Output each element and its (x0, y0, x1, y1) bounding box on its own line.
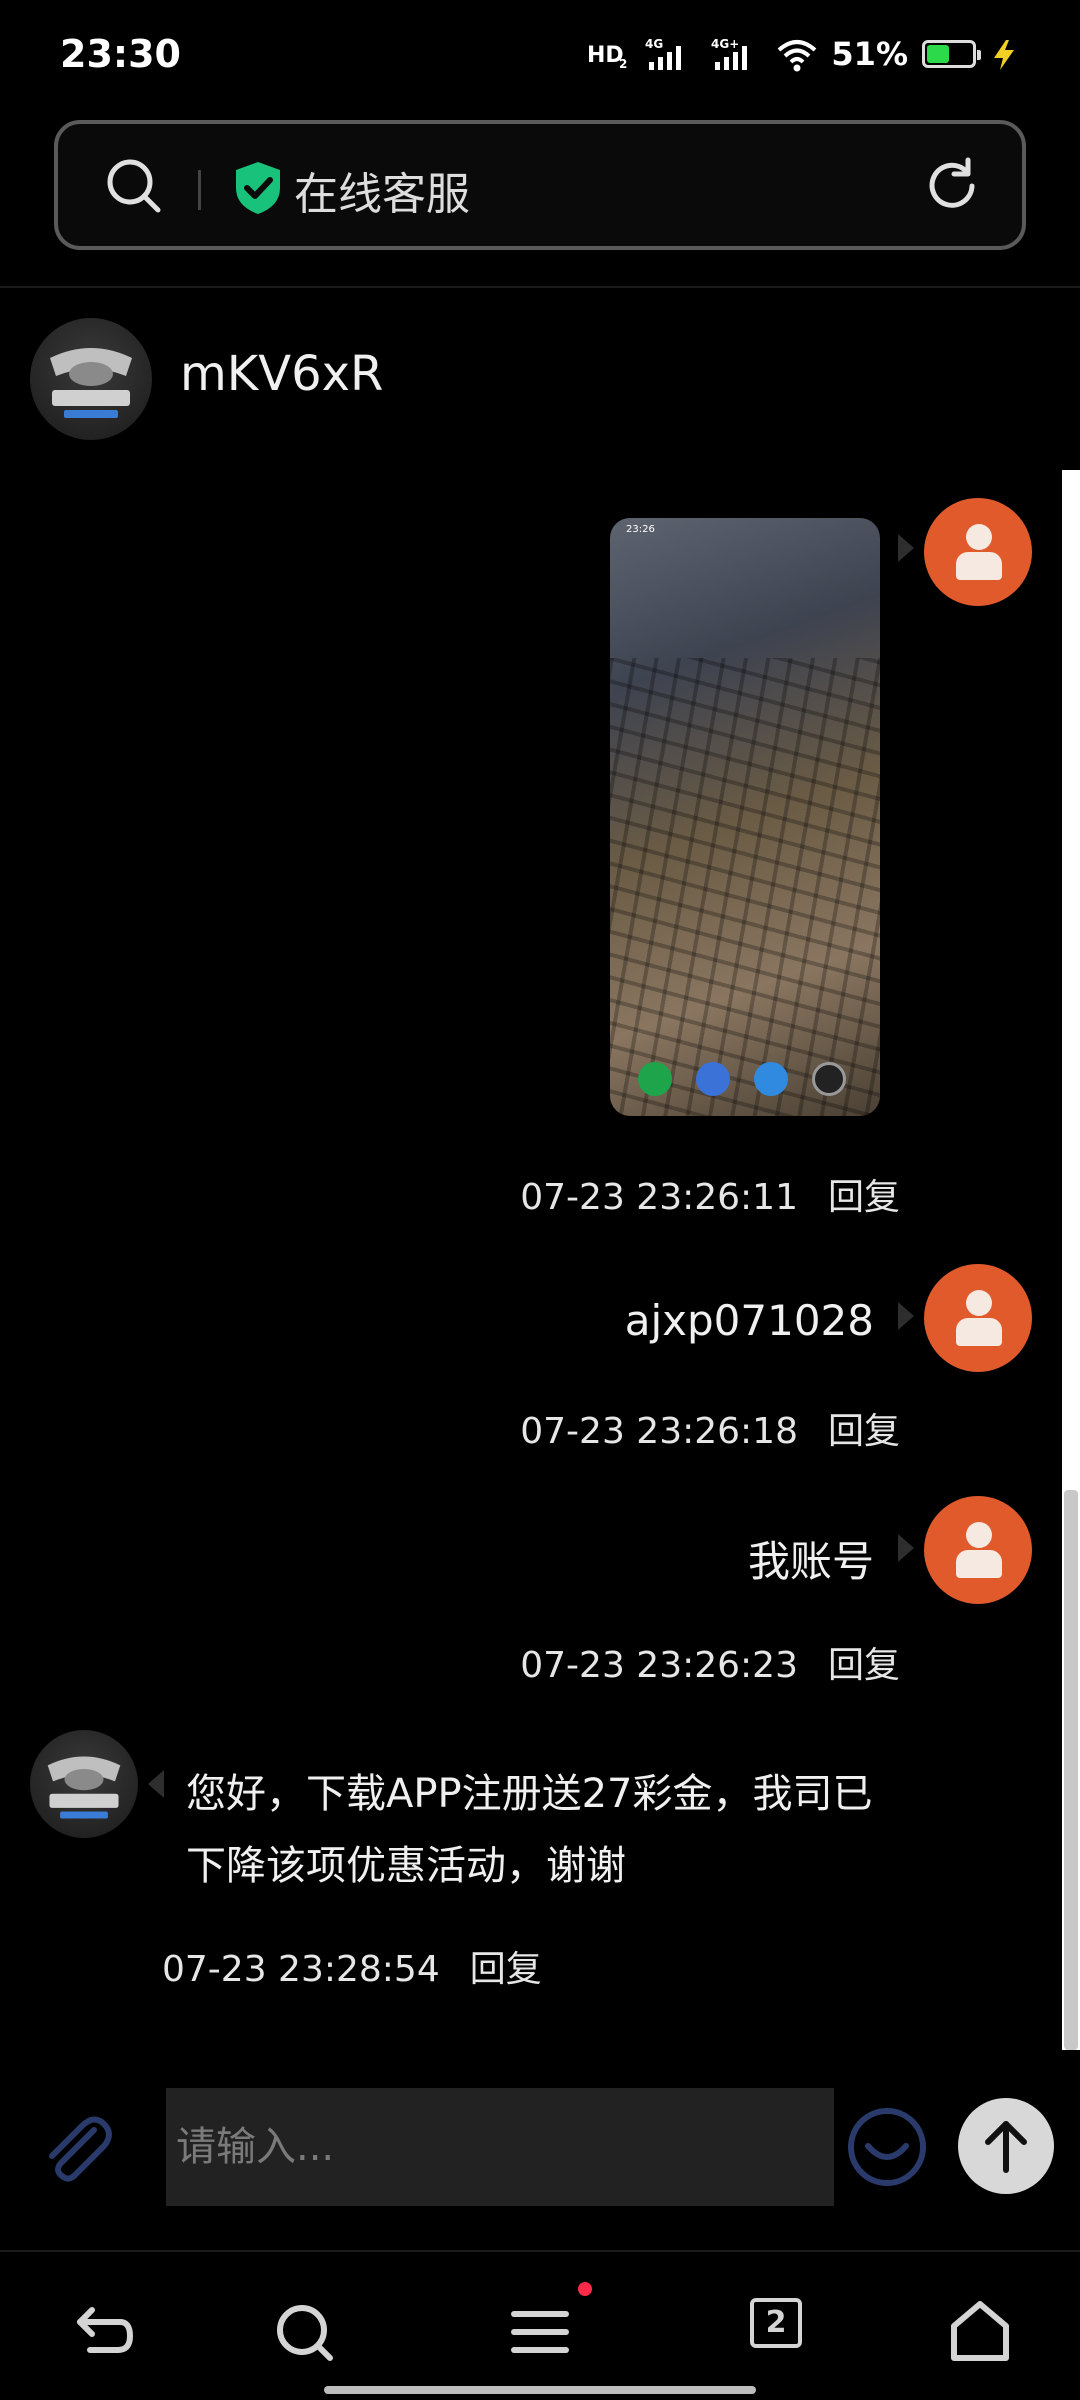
charging-icon (990, 36, 1020, 72)
hd-icon: HD 2 (587, 36, 631, 72)
svg-text:2: 2 (619, 57, 627, 71)
image-status-time: 23:26 (626, 524, 655, 535)
send-button[interactable] (958, 2098, 1054, 2194)
wifi-icon (777, 36, 817, 72)
home-icon[interactable] (940, 2292, 1020, 2372)
image-dock (638, 1062, 846, 1096)
casino-logo (47, 1756, 121, 1819)
address-separator (198, 170, 201, 210)
back-icon[interactable] (62, 2292, 142, 2372)
search-icon[interactable] (106, 158, 162, 214)
message-image[interactable]: 23:26 (610, 518, 880, 1116)
battery-percent: 51% (831, 35, 908, 73)
address-bar[interactable]: 在线客服 (54, 120, 1026, 250)
arrow-up-icon (985, 2121, 1027, 2173)
message-input-box[interactable] (166, 2088, 834, 2206)
signal-4g-plus-icon: 4G+ (711, 36, 763, 72)
reply-link[interactable]: 回复 (828, 1177, 900, 1218)
battery-icon (922, 40, 981, 68)
reply-link[interactable]: 回复 (828, 1645, 900, 1686)
reload-icon[interactable] (922, 156, 982, 216)
agent-message-text: 您好，下载APP注册送27彩金，我司已下降该项优惠活动，谢谢 (186, 1771, 873, 1889)
svg-text:4G: 4G (645, 37, 663, 51)
shield-check-icon (232, 160, 284, 216)
status-bar: 23:30 HD 2 4G 4G+ 51% (0, 0, 1080, 110)
bubble-pointer (148, 1770, 164, 1798)
casino-logo (50, 348, 132, 418)
battery-fill (927, 45, 949, 63)
peer-name: mKV6xR (180, 346, 384, 402)
home-indicator[interactable] (324, 2386, 756, 2394)
message-time: 07-23 23:28:54 (162, 1949, 440, 1990)
page-title: 在线客服 (294, 169, 470, 220)
message-text: 我账号 (747, 1537, 874, 1586)
reply-link[interactable]: 回复 (470, 1949, 542, 1990)
agent-avatar[interactable] (30, 1730, 138, 1838)
bubble-pointer (898, 1302, 914, 1330)
chat-scrollbar-thumb[interactable] (1064, 1490, 1078, 2050)
message-time: 07-23 23:26:23 (520, 1645, 798, 1686)
message-meta: 07-23 23:26:11 回复 (520, 1168, 900, 1220)
reply-link[interactable]: 回复 (828, 1411, 900, 1452)
message-time: 07-23 23:26:11 (520, 1177, 798, 1218)
message-meta: 07-23 23:28:54 回复 (162, 1940, 542, 1992)
signal-4g-icon: 4G (645, 36, 697, 72)
message-meta: 07-23 23:26:23 回复 (520, 1636, 900, 1688)
bubble-pointer (898, 1534, 914, 1562)
paperclip-icon[interactable] (36, 2108, 116, 2188)
header-divider (0, 286, 1080, 288)
svg-text:4G+: 4G+ (711, 37, 739, 51)
user-avatar[interactable] (924, 498, 1032, 606)
bubble-pointer (898, 534, 914, 562)
search-icon[interactable] (264, 2292, 344, 2372)
bottom-nav (0, 2250, 1080, 2400)
user-avatar[interactable] (924, 1496, 1032, 1604)
message-input[interactable] (166, 2088, 834, 2206)
user-avatar[interactable] (924, 1264, 1032, 1372)
peer-avatar[interactable] (30, 318, 152, 440)
status-time: 23:30 (60, 32, 181, 76)
message-time: 07-23 23:26:18 (520, 1411, 798, 1452)
menu-notification-dot (578, 2282, 592, 2296)
emoji-icon[interactable] (846, 2106, 928, 2188)
message-text: ajxp071028 (624, 1296, 874, 1345)
status-icons: HD 2 4G 4G+ 51% (587, 34, 1020, 74)
message-meta: 07-23 23:26:18 回复 (520, 1402, 900, 1454)
menu-icon[interactable] (500, 2292, 580, 2372)
tabs-button[interactable]: 2 (750, 2298, 802, 2348)
